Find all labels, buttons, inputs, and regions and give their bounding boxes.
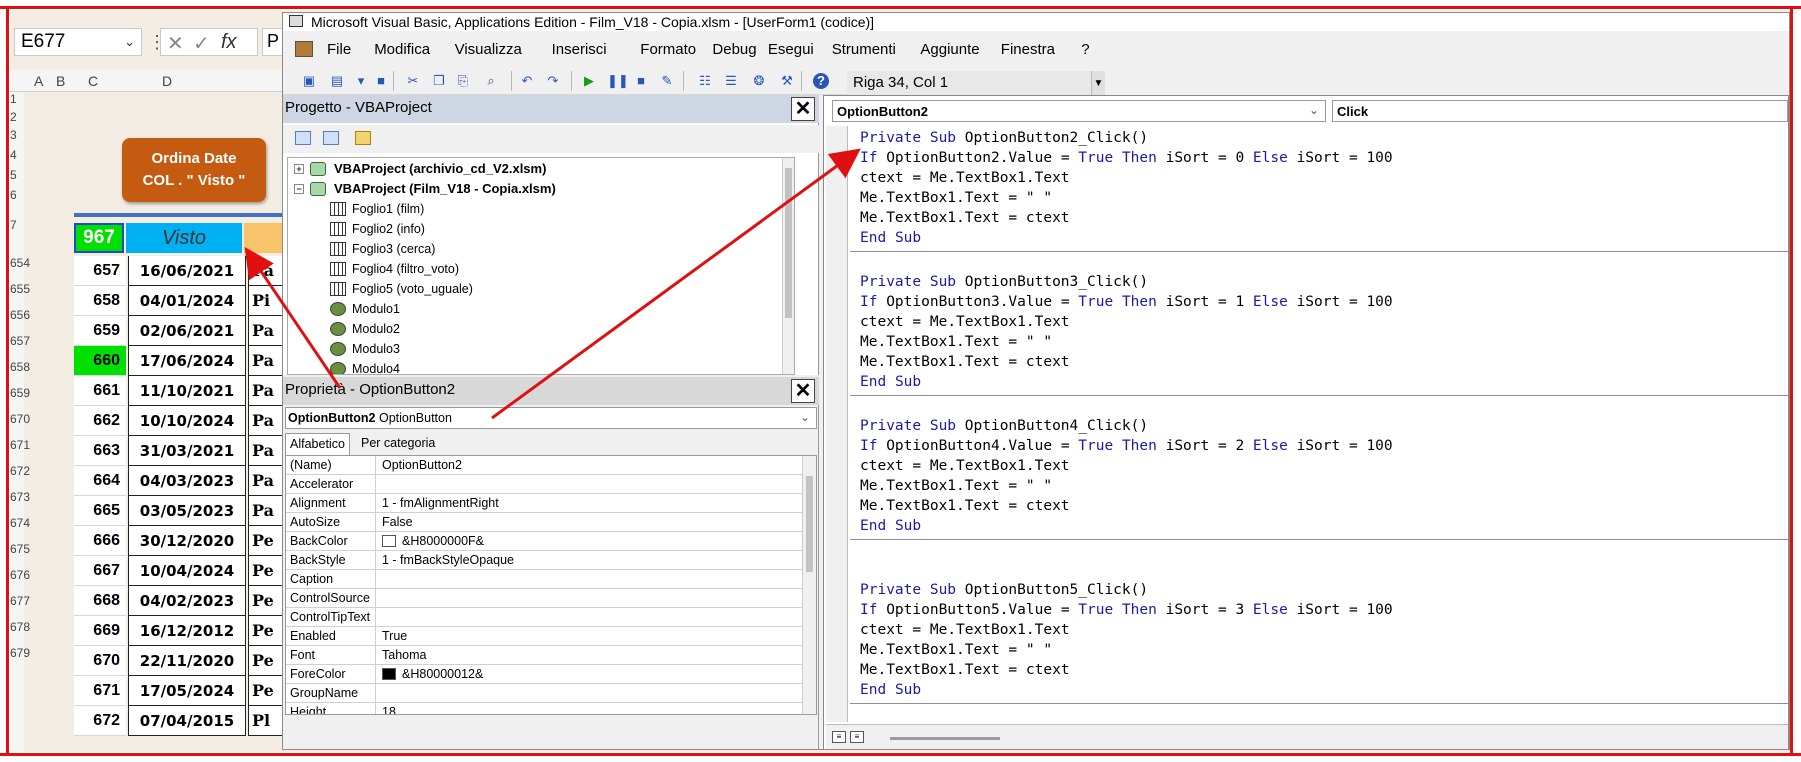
frame-right [1790, 6, 1793, 756]
frame-left [6, 6, 9, 756]
frame-top [0, 6, 1801, 9]
screenshot-frame [0, 0, 1801, 762]
frame-bottom [0, 753, 1801, 756]
